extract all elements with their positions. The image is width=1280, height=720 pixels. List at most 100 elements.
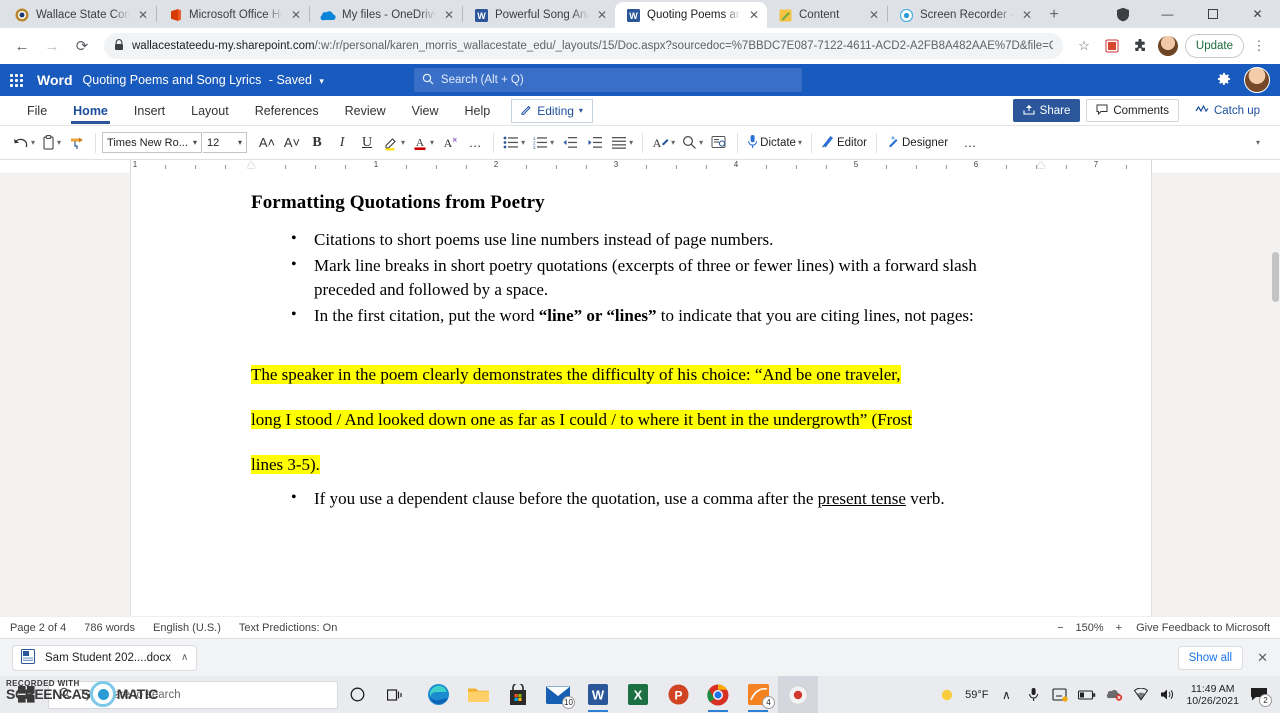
- tab-close-icon[interactable]: ✕: [289, 8, 303, 22]
- recorder-icon[interactable]: [778, 676, 818, 713]
- tab-close-icon[interactable]: ✕: [136, 8, 150, 22]
- document-title[interactable]: Quoting Poems and Song Lyrics - Saved ▾: [83, 73, 324, 87]
- ribbon-tab-home[interactable]: Home: [60, 96, 121, 126]
- profile-avatar[interactable]: [1155, 33, 1181, 59]
- wifi-icon[interactable]: [1132, 686, 1150, 704]
- ribbon-tab-file[interactable]: File: [14, 96, 60, 126]
- extensions-puzzle-icon[interactable]: [1127, 33, 1153, 59]
- ribbon-tab-insert[interactable]: Insert: [121, 96, 178, 126]
- battery-icon[interactable]: [1078, 686, 1096, 704]
- increase-indent-icon[interactable]: [583, 130, 607, 156]
- chevron-up-icon[interactable]: ∧: [181, 652, 188, 663]
- document-body[interactable]: Formatting Quotations from Poetry Citati…: [131, 174, 1151, 512]
- word-brand-label[interactable]: Word: [37, 72, 73, 88]
- update-button[interactable]: Update: [1184, 34, 1244, 58]
- screencast-o-matic-icon[interactable]: 4: [738, 676, 778, 713]
- paste-icon[interactable]: ▾: [39, 130, 64, 156]
- browser-menu-icon[interactable]: ⋮: [1246, 33, 1272, 59]
- immersive-reader-icon[interactable]: [707, 130, 731, 156]
- grow-font-button[interactable]: A˄: [255, 130, 279, 156]
- new-tab-button[interactable]: +: [1040, 2, 1068, 28]
- gear-icon[interactable]: [1216, 71, 1232, 90]
- font-size-select[interactable]: 12 ▾: [203, 132, 248, 153]
- ribbon-tab-review[interactable]: Review: [332, 96, 399, 126]
- weather-temperature[interactable]: 59°F: [965, 689, 988, 701]
- browser-tab-4-active[interactable]: W Quoting Poems and S ✕: [615, 2, 767, 28]
- browser-tab-2[interactable]: My files - OneDrive ✕: [310, 2, 462, 28]
- dictate-button[interactable]: Dictate ▾: [744, 130, 805, 156]
- chrome-icon[interactable]: [698, 676, 738, 713]
- cloud-error-icon[interactable]: [1105, 686, 1123, 704]
- word-icon[interactable]: W: [578, 676, 618, 713]
- speaker-icon[interactable]: [1159, 686, 1177, 704]
- numbered-list-icon[interactable]: 123 ▾: [529, 130, 557, 156]
- close-download-bar-icon[interactable]: ✕: [1257, 650, 1268, 666]
- sun-icon[interactable]: [938, 686, 956, 704]
- ribbon-tab-view[interactable]: View: [399, 96, 452, 126]
- download-item[interactable]: Sam Student 202....docx ∧: [12, 644, 198, 671]
- align-icon[interactable]: ▾: [608, 130, 636, 156]
- bold-button[interactable]: B: [305, 130, 329, 156]
- chevron-up-icon[interactable]: ∧: [997, 686, 1015, 704]
- cortana-circle-icon[interactable]: [338, 676, 376, 713]
- word-search-box[interactable]: Search (Alt + Q): [413, 68, 802, 92]
- editor-button[interactable]: Editor: [818, 130, 870, 156]
- ribbon-collapse-icon[interactable]: ▾: [1246, 130, 1270, 156]
- onedrive-tray-icon[interactable]: [1051, 686, 1069, 704]
- styles-icon[interactable]: A ▾: [649, 130, 678, 156]
- window-close-button[interactable]: ✕: [1235, 0, 1280, 28]
- forward-icon[interactable]: →: [38, 32, 66, 60]
- task-view-icon[interactable]: [376, 676, 414, 713]
- excel-icon[interactable]: X: [618, 676, 658, 713]
- horizontal-ruler[interactable]: 1 1 2 3 4 5 6 7: [130, 160, 1152, 174]
- undo-icon[interactable]: ▾: [10, 130, 38, 156]
- zoom-in-button[interactable]: +: [1116, 622, 1122, 634]
- more-font-options-button[interactable]: …: [463, 130, 487, 156]
- zoom-out-button[interactable]: −: [1057, 622, 1063, 634]
- feedback-link[interactable]: Give Feedback to Microsoft: [1136, 622, 1270, 634]
- ribbon-tab-references[interactable]: References: [242, 96, 332, 126]
- ribbon-tab-help[interactable]: Help: [452, 96, 504, 126]
- chevron-down-icon[interactable]: ▾: [319, 76, 324, 86]
- microphone-icon[interactable]: [1024, 686, 1042, 704]
- left-indent-marker[interactable]: [247, 161, 256, 172]
- document-page[interactable]: Formatting Quotations from Poetry Citati…: [130, 174, 1152, 616]
- editing-mode-button[interactable]: Editing ▾: [511, 98, 593, 123]
- back-icon[interactable]: ←: [8, 32, 36, 60]
- browser-profile-shield-icon[interactable]: [1100, 0, 1145, 28]
- find-icon[interactable]: ▾: [679, 130, 706, 156]
- designer-button[interactable]: Designer: [883, 130, 951, 156]
- shrink-font-button[interactable]: A˅: [280, 130, 304, 156]
- app-launcher-icon[interactable]: [10, 73, 23, 87]
- font-name-select[interactable]: Times New Ro... ▾: [102, 132, 203, 153]
- vertical-scrollbar[interactable]: [1270, 174, 1280, 616]
- browser-tab-1[interactable]: Microsoft Office Hom ✕: [157, 2, 309, 28]
- ribbon-tab-layout[interactable]: Layout: [178, 96, 242, 126]
- comments-button[interactable]: Comments: [1086, 99, 1179, 122]
- page-indicator[interactable]: Page 2 of 4: [10, 622, 66, 634]
- reload-icon[interactable]: ⟳: [68, 32, 96, 60]
- ribbon-overflow-button[interactable]: …: [958, 130, 982, 156]
- font-color-icon[interactable]: A ▾: [409, 130, 437, 156]
- tab-close-icon[interactable]: ✕: [442, 8, 456, 22]
- mail-icon[interactable]: 10: [538, 676, 578, 713]
- format-painter-icon[interactable]: [65, 130, 89, 156]
- tab-close-icon[interactable]: ✕: [747, 8, 761, 22]
- window-maximize-button[interactable]: [1190, 0, 1235, 28]
- tab-close-icon[interactable]: ✕: [1020, 8, 1034, 22]
- italic-button[interactable]: I: [330, 130, 354, 156]
- window-minimize-button[interactable]: —: [1145, 0, 1190, 28]
- bookmark-star-icon[interactable]: ☆: [1071, 33, 1097, 59]
- tab-close-icon[interactable]: ✕: [595, 8, 609, 22]
- share-button[interactable]: Share: [1012, 99, 1081, 122]
- extension-badge-icon[interactable]: [1099, 33, 1125, 59]
- notifications-icon[interactable]: 2: [1248, 686, 1272, 707]
- browser-tab-0[interactable]: Wallace State Commu ✕: [4, 2, 156, 28]
- scrollbar-thumb[interactable]: [1271, 252, 1279, 302]
- catch-up-button[interactable]: Catch up: [1184, 99, 1270, 122]
- user-avatar[interactable]: [1244, 67, 1270, 93]
- microsoft-store-icon[interactable]: [498, 676, 538, 713]
- browser-tab-5[interactable]: Content ✕: [767, 2, 887, 28]
- address-bar[interactable]: wallacestateedu-my.sharepoint.com/:w:/r/…: [104, 33, 1063, 59]
- file-explorer-icon[interactable]: [458, 676, 498, 713]
